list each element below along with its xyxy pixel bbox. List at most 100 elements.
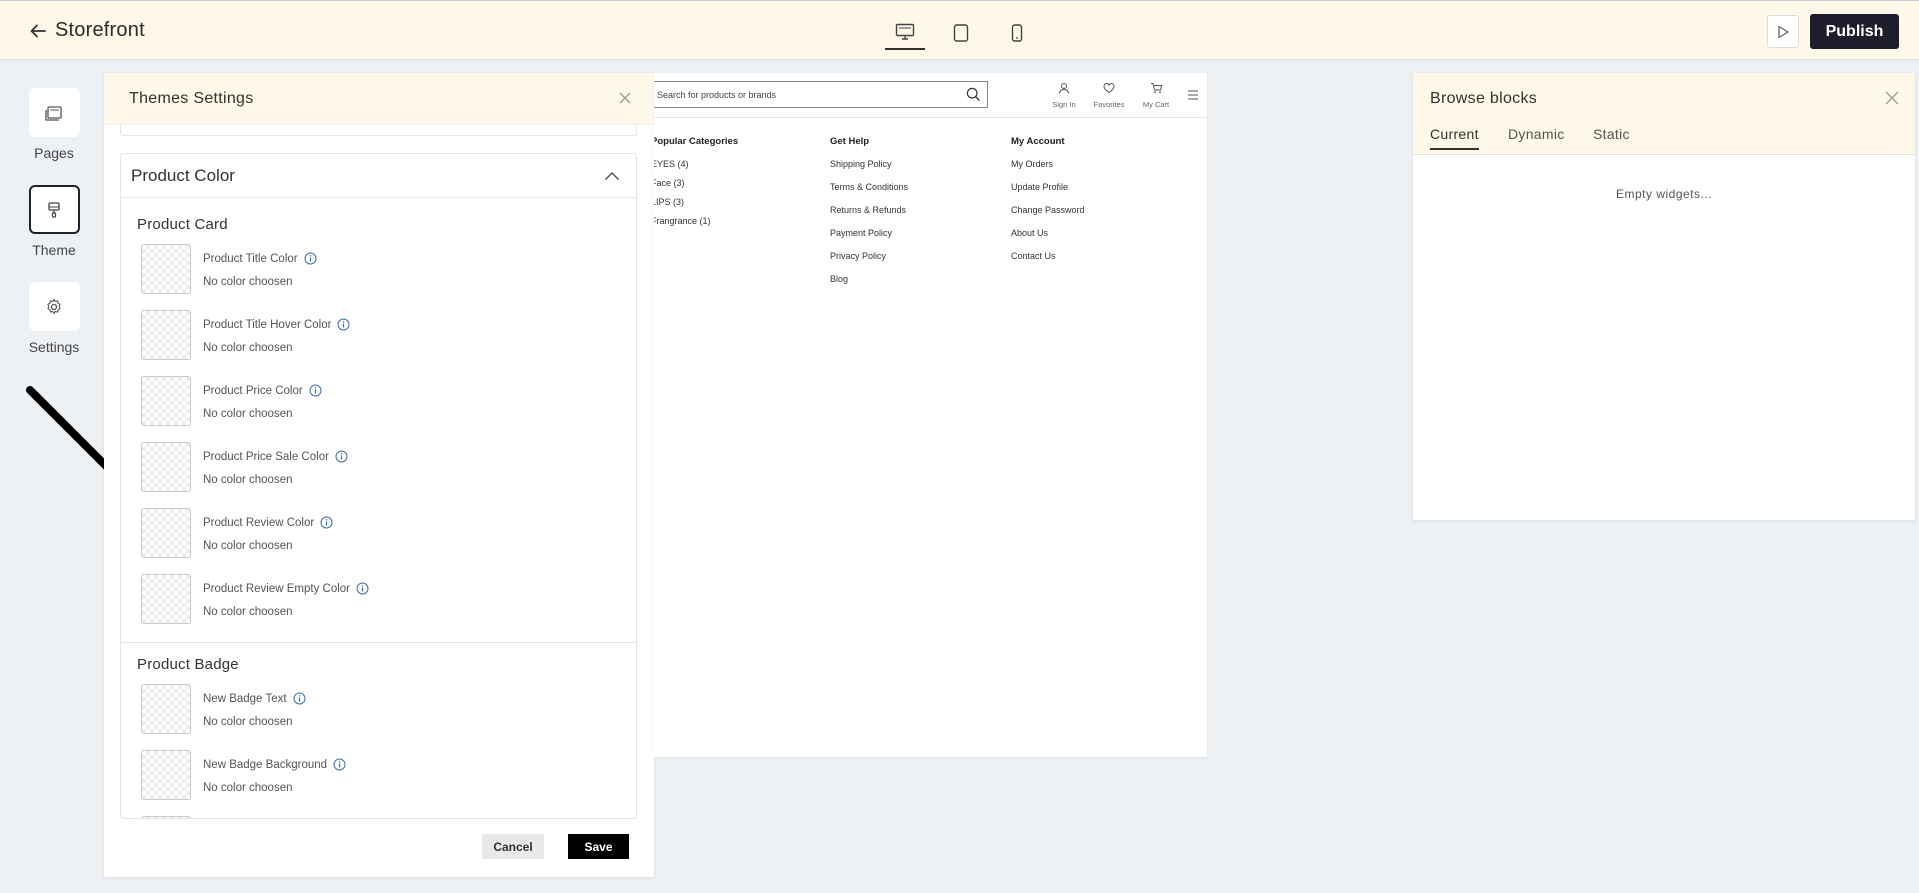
info-icon[interactable]	[293, 692, 306, 705]
color-swatch[interactable]	[141, 310, 191, 360]
product-color-header[interactable]: Product Color	[121, 154, 636, 198]
rail-item-settings[interactable]: Settings	[27, 282, 81, 355]
footer-link[interactable]: Face (3)	[654, 178, 738, 188]
info-icon[interactable]	[309, 384, 322, 397]
gear-icon	[47, 298, 61, 314]
footer-column-title: My Account	[1011, 136, 1065, 147]
cancel-button[interactable]: Cancel	[482, 834, 544, 859]
color-swatch[interactable]	[141, 750, 191, 800]
color-swatch[interactable]	[141, 442, 191, 492]
back-button[interactable]	[26, 19, 50, 43]
tab-static[interactable]: Static	[1593, 126, 1630, 148]
info-icon[interactable]	[337, 318, 350, 331]
browse-blocks-close-button[interactable]	[1884, 90, 1900, 111]
footer-link[interactable]: Blog	[830, 274, 908, 284]
color-value: No color choosen	[203, 342, 293, 354]
preview-search-bar[interactable]: Search for products or brands	[654, 81, 988, 108]
color-row-label: Product Title Color	[203, 252, 317, 265]
tablet-icon	[953, 24, 969, 42]
color-name: Product Title Hover Color	[203, 318, 332, 331]
info-icon[interactable]	[333, 758, 346, 771]
footer-link[interactable]: Contact Us	[1011, 251, 1085, 261]
color-name: Product Price Color	[203, 384, 303, 397]
footer-link[interactable]: Privacy Policy	[830, 251, 908, 261]
preview-cart[interactable]: My Cart	[1136, 81, 1176, 109]
themes-close-button[interactable]	[618, 91, 632, 110]
desktop-view-button[interactable]	[885, 16, 925, 50]
color-row-label: Product Title Hover Color	[203, 318, 350, 331]
browse-blocks-title: Browse blocks	[1430, 90, 1538, 107]
footer-column-my-account: My Account My Orders Update Profile Chan…	[1011, 136, 1085, 261]
color-name: New Badge Background	[203, 758, 328, 771]
rail-theme-box[interactable]	[28, 185, 80, 234]
info-icon[interactable]	[356, 582, 369, 595]
color-row-product-title: Product Title Color No color choosen	[141, 244, 621, 294]
color-value: No color choosen	[203, 474, 293, 486]
top-bar: Storefront Publish	[0, 0, 1919, 60]
rail-label-theme: Theme	[32, 242, 76, 258]
rail-pages-box[interactable]	[28, 88, 80, 137]
arrow-left-icon	[30, 24, 46, 38]
footer-link[interactable]: Payment Policy	[830, 228, 908, 238]
group-title-product-card: Product Card	[137, 216, 228, 233]
footer-link[interactable]: About Us	[1011, 228, 1085, 238]
preview-menu-button[interactable]	[1187, 87, 1199, 105]
color-row-partial	[141, 816, 621, 818]
rail-item-pages[interactable]: Pages	[27, 88, 81, 161]
info-icon[interactable]	[320, 516, 333, 529]
tablet-view-button[interactable]	[941, 16, 981, 50]
footer-link[interactable]: Change Password	[1011, 205, 1085, 215]
preview-button[interactable]	[1767, 15, 1799, 48]
color-swatch[interactable]	[141, 684, 191, 734]
preview-sign-in[interactable]: Sign In	[1044, 81, 1084, 109]
footer-link[interactable]: Terms & Conditions	[830, 182, 908, 192]
color-value: No color choosen	[203, 408, 293, 420]
color-row-label: Product Price Color	[203, 384, 322, 397]
themes-settings-panel: Themes Settings Product Color Product Ca…	[104, 73, 654, 877]
footer-link[interactable]: Shipping Policy	[830, 159, 908, 169]
color-value: No color choosen	[203, 716, 293, 728]
color-swatch[interactable]	[141, 244, 191, 294]
footer-link[interactable]: Returns & Refunds	[830, 205, 908, 215]
user-icon	[1059, 83, 1069, 94]
color-row-new-badge-background: New Badge Background No color choosen	[141, 750, 621, 800]
color-swatch[interactable]	[141, 508, 191, 558]
footer-link[interactable]: Frangrance (1)	[654, 216, 738, 226]
color-name: Product Price Sale Color	[203, 450, 329, 463]
footer-link[interactable]: LIPS (3)	[654, 197, 738, 207]
tab-current[interactable]: Current	[1430, 126, 1479, 150]
collapse-section-button[interactable]	[604, 168, 620, 186]
mobile-view-button[interactable]	[997, 16, 1037, 50]
color-row-product-review: Product Review Color No color choosen	[141, 508, 621, 558]
publish-button[interactable]: Publish	[1810, 14, 1899, 49]
rail-item-theme[interactable]: Theme	[27, 185, 81, 258]
info-icon[interactable]	[335, 450, 348, 463]
color-row-label: Product Review Color	[203, 516, 333, 529]
info-icon[interactable]	[304, 252, 317, 265]
color-swatch[interactable]	[141, 816, 191, 818]
color-name: Product Review Color	[203, 516, 315, 529]
rail-settings-box[interactable]	[28, 282, 80, 331]
color-swatch[interactable]	[141, 376, 191, 426]
color-row-product-price-sale: Product Price Sale Color No color choose…	[141, 442, 621, 492]
storefront-preview: Search for products or brands Sign In Fa…	[654, 73, 1207, 757]
cart-icon	[1150, 83, 1162, 94]
color-row-product-price: Product Price Color No color choosen	[141, 376, 621, 426]
footer-link[interactable]: My Orders	[1011, 159, 1085, 169]
save-button[interactable]: Save	[568, 834, 629, 859]
tab-dynamic[interactable]: Dynamic	[1508, 126, 1565, 148]
close-icon	[1885, 91, 1899, 105]
browse-blocks-header: Browse blocks Current Dynamic Static	[1413, 73, 1915, 155]
footer-link[interactable]: EYES (4)	[654, 159, 738, 169]
color-swatch[interactable]	[141, 574, 191, 624]
color-value: No color choosen	[203, 276, 293, 288]
search-icon[interactable]	[966, 87, 981, 102]
product-color-section: Product Color Product Card Product Title…	[120, 153, 637, 819]
color-value: No color choosen	[203, 606, 293, 618]
color-row-label: New Badge Background	[203, 758, 346, 771]
color-row-label: Product Price Sale Color	[203, 450, 348, 463]
footer-link[interactable]: Update Profile	[1011, 182, 1085, 192]
preview-favorites[interactable]: Favorites	[1089, 81, 1129, 109]
pages-icon	[45, 105, 62, 121]
footer-column-popular-categories: Popular Categories EYES (4) Face (3) LIP…	[654, 136, 738, 226]
